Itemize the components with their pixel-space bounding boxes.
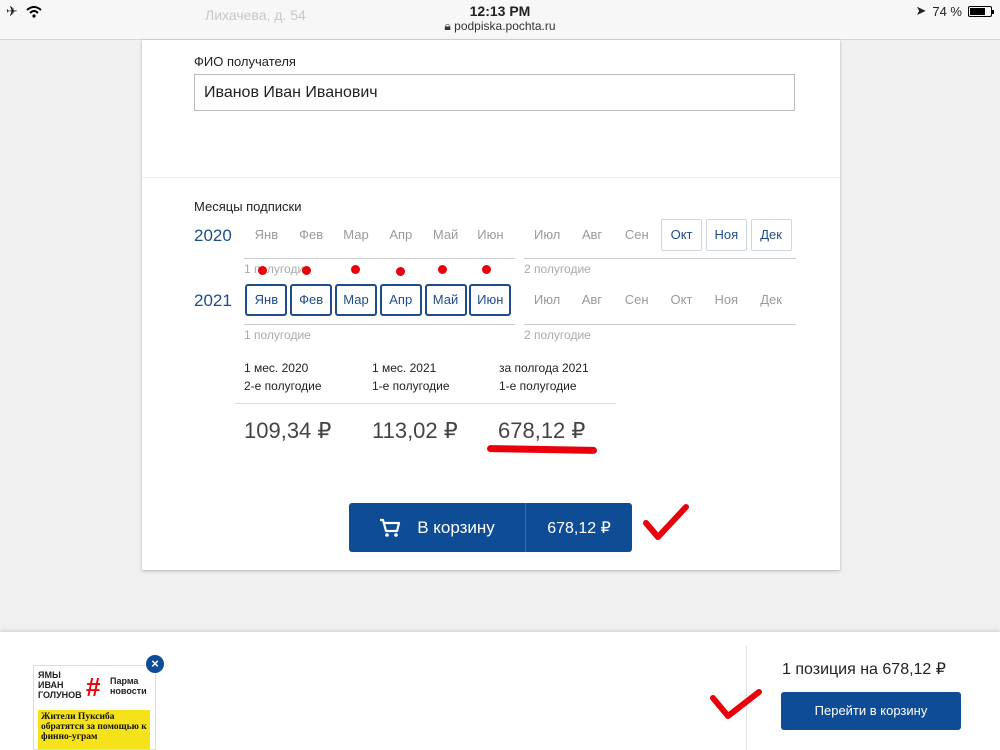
annotation-checkmark-icon [643, 504, 689, 540]
month-2021-mar[interactable]: Мар [334, 284, 377, 316]
price-amount-1: 109,34 ₽ [244, 418, 332, 443]
annotation-dot [302, 266, 311, 275]
month-2021-nov: Ноя [714, 292, 739, 307]
cart-summary-text: 1 позиция на 678,12 ₽ [782, 661, 946, 678]
month-2021-may[interactable]: Май [424, 284, 467, 316]
month-2020-feb: Фев [299, 227, 324, 242]
annotation-dot [351, 265, 360, 274]
annotation-dot [396, 267, 405, 276]
month-2020-oct[interactable]: Окт [661, 219, 703, 251]
go-to-cart-button[interactable]: Перейти в корзину [781, 692, 961, 730]
year-2020: 2020 [194, 226, 232, 245]
month-2020-sep: Сен [624, 227, 649, 242]
section-divider [142, 177, 840, 178]
price-amount-2: 113,02 ₽ [372, 418, 458, 443]
annotation-dot [438, 265, 447, 274]
thumbnail-headline: Жители Пуксиба обратятся за помощью к фи… [38, 710, 150, 749]
month-2020-jan: Янв [254, 227, 279, 242]
battery-percent: 74 % [932, 3, 962, 19]
price-divider [234, 403, 616, 404]
add-to-cart-label-area: В корзину [349, 503, 526, 552]
newspaper-thumbnail[interactable]: ЯМЫ ИВАН ГОЛУНОВ # Парма новости Жители … [33, 665, 156, 750]
month-2021-jun[interactable]: Июн [469, 284, 512, 316]
battery-icon [968, 5, 994, 17]
months-row-2021: Янв Фев Мар Апр Май Июн Июл Авг Сен Окт … [244, 284, 793, 318]
half1-label-2021: 1 полугодие [244, 328, 311, 342]
lock-icon: 🔒︎ [444, 19, 451, 33]
month-2021-sep: Сен [624, 292, 649, 307]
annotation-dot [482, 265, 491, 274]
price-amount-3: 678,12 ₽ [498, 418, 586, 443]
month-2021-jul: Июл [533, 292, 561, 307]
month-2020-jul: Июл [533, 227, 561, 242]
half1-line-2020 [244, 258, 515, 259]
months-label: Месяцы подписки [194, 199, 302, 214]
month-2021-apr[interactable]: Апр [379, 284, 422, 316]
price-info-1-period: 1 мес. 2020 [244, 361, 309, 375]
add-to-cart-label: В корзину [417, 517, 495, 537]
price-info-3-period: за полгода 2021 [499, 361, 589, 375]
status-time: 12:13 PM [469, 3, 531, 19]
price-info-2-half: 1-е полугодие [372, 379, 450, 393]
half2-label-2021: 2 полугодие [524, 328, 591, 342]
month-2021-aug: Авг [581, 292, 603, 307]
annotation-underline [486, 445, 598, 454]
cart-summary-bar: ЯМЫ ИВАН ГОЛУНОВ # Парма новости Жители … [0, 632, 1000, 750]
half2-line-2020 [524, 258, 796, 259]
price-info-2-period: 1 мес. 2021 [372, 361, 437, 375]
month-2021-feb[interactable]: Фев [290, 284, 333, 316]
price-info-1: 1 мес. 2020 2-е полугодие [244, 359, 322, 395]
recipient-name-input[interactable] [194, 74, 795, 111]
month-2020-nov[interactable]: Ноя [705, 219, 747, 251]
thumbnail-brand: Парма новости [110, 676, 147, 696]
cart-icon [380, 518, 401, 537]
thumbnail-hash-logo: # [86, 672, 101, 702]
month-2020-dec[interactable]: Дек [750, 219, 792, 251]
add-to-cart-button[interactable]: В корзину 678,12 ₽ [349, 503, 632, 552]
month-2020-jun: Июн [477, 227, 504, 242]
month-2021-dec: Дек [760, 292, 782, 307]
remove-item-close-icon[interactable]: × [146, 655, 164, 673]
thumbnail-top-text: ЯМЫ ИВАН ГОЛУНОВ [38, 670, 82, 700]
price-info-1-half: 2-е полугодие [244, 379, 322, 393]
status-right: ➤ 74 % [915, 3, 994, 19]
annotation-checkmark-icon [710, 689, 762, 719]
annotation-dot [258, 266, 267, 275]
recipient-label: ФИО получателя [194, 54, 296, 69]
add-to-cart-price: 678,12 ₽ [547, 519, 611, 537]
background-address: Лихачева, д. 54 [205, 7, 306, 23]
month-2021-oct: Окт [670, 292, 693, 307]
subscription-card: ФИО получателя Месяцы подписки 2020 Янв … [142, 40, 840, 570]
month-2020-mar: Мар [343, 227, 369, 242]
url-bar[interactable]: 🔒︎ podpiska.pochta.ru [0, 19, 1000, 34]
month-2020-apr: Апр [389, 227, 413, 242]
month-2020-aug: Авг [581, 227, 603, 242]
location-arrow-icon: ➤ [915, 3, 927, 18]
status-bar: ✈ 12:13 PM 🔒︎ podpiska.pochta.ru ➤ 74 % [0, 0, 1000, 40]
half2-line-2021 [524, 324, 796, 325]
price-info-2: 1 мес. 2021 1-е полугодие [372, 359, 450, 395]
url-text: podpiska.pochta.ru [454, 19, 556, 33]
half2-label-2020: 2 полугодие [524, 262, 591, 276]
months-row-2020: Янв Фев Мар Апр Май Июн Июл Авг Сен Окт … [244, 219, 794, 253]
year-2021: 2021 [194, 291, 232, 310]
month-2021-jan[interactable]: Янв [245, 284, 288, 316]
half1-label-2020: 1 полугодие [244, 262, 311, 276]
price-info-3-half: 1-е полугодие [499, 379, 577, 393]
month-2020-may: Май [432, 227, 459, 242]
half1-line-2021 [244, 324, 515, 325]
price-info-3: за полгода 2021 1-е полугодие [499, 359, 589, 395]
